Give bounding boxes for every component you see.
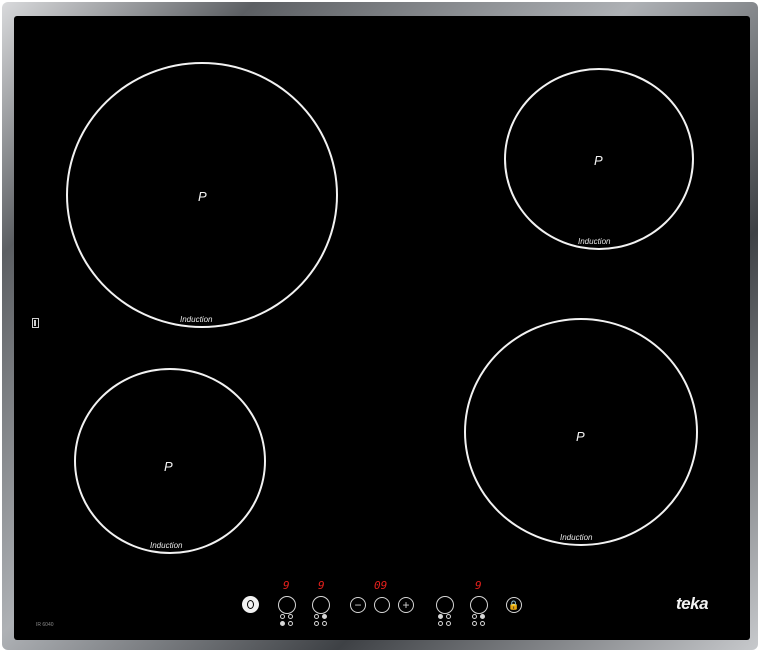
power-button[interactable] [242,596,259,613]
zone-position-dot [322,621,327,626]
zone-position-dot [280,621,285,626]
minus-button[interactable]: − [350,597,366,613]
hob-frame: P Induction P Induction P Induction P In… [2,2,758,650]
model-number: IR 6040 [36,622,54,628]
zone-position-dot [288,614,293,619]
zone-select-button-1[interactable] [278,596,296,614]
zone-select-button-4[interactable] [470,596,488,614]
zone-power-indicator: P [576,429,585,444]
display-zone-2: 9 [318,579,325,592]
zone-position-dot [472,621,477,626]
zone-select-button-2[interactable] [312,596,330,614]
clock-icon[interactable] [374,597,390,613]
display-timer: 09 [374,579,388,592]
zone-label: Induction [180,315,213,324]
zone-power-indicator: P [164,459,173,474]
plus-button[interactable]: + [398,597,414,613]
zone-position-dot [446,614,451,619]
zone-power-indicator: P [594,153,603,168]
zone-position-dot [446,621,451,626]
display-zone-1: 9 [283,579,290,592]
zone-position-dot [480,614,485,619]
zone-front-right: P Induction [464,318,698,546]
zone-position-dot [314,621,319,626]
zone-rear-right: P Induction [504,68,694,250]
zone-front-left: P Induction [74,368,266,554]
zone-label: Induction [578,237,611,246]
zone-position-dot [314,614,319,619]
glass-surface: P Induction P Induction P Induction P In… [14,16,750,640]
zone-position-dot [288,621,293,626]
certification-mark-icon [32,318,39,328]
zone-label: Induction [150,541,183,550]
zone-label: Induction [560,533,593,542]
display-zone-4: 9 [475,579,482,592]
zone-position-dot [472,614,477,619]
zone-position-dot [438,621,443,626]
lock-icon[interactable]: 🔒 [506,597,522,613]
zone-select-button-3[interactable] [436,596,454,614]
zone-position-dot [322,614,327,619]
brand-logo: teka [676,594,709,613]
zone-rear-left: P Induction [66,62,338,328]
zone-position-dot [280,614,285,619]
zone-power-indicator: P [198,189,207,204]
zone-position-dot [480,621,485,626]
zone-position-dot [438,614,443,619]
